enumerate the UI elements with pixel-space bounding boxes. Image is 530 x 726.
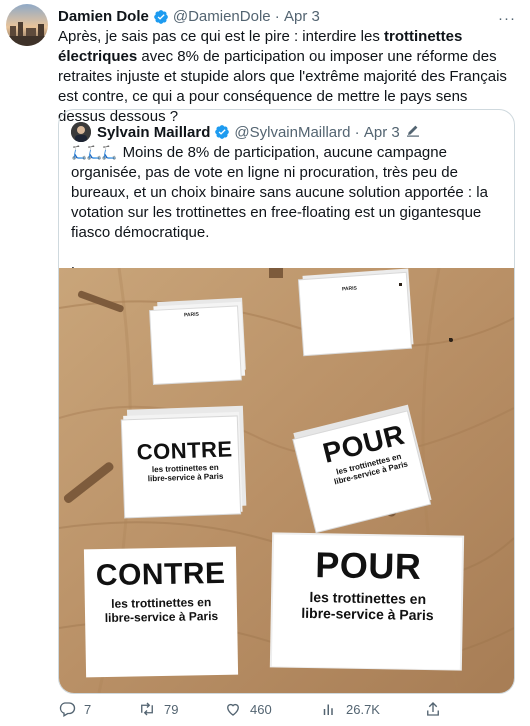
ballot-contre-large-line2: libre-service à Paris — [104, 609, 219, 625]
quoted-verified-badge-icon — [214, 124, 230, 140]
quoted-author-handle: @SylvainMaillard — [234, 123, 351, 141]
tweet-actions: 7 79 460 26.7K — [58, 700, 508, 722]
ballot-contre-large-title: CONTRE — [95, 556, 226, 593]
like-button[interactable]: 460 — [224, 700, 272, 718]
share-icon — [427, 702, 439, 716]
quoted-tweet-photo[interactable]: PARIS PARIS CONTRE les trottinettes en l… — [59, 267, 514, 693]
ballot-contre-large: CONTRE les trottinettes en libre-service… — [86, 557, 235, 626]
separator: · — [270, 8, 284, 25]
tweet-date[interactable]: Apr 3 — [284, 8, 320, 25]
author-handle[interactable]: @DamienDole — [173, 8, 271, 25]
avatar[interactable] — [6, 4, 48, 46]
quoted-tweet-date: Apr 3 — [363, 123, 400, 141]
quoted-tweet-text: 🛴🛴🛴 Moins de 8% de participation, aucune … — [71, 143, 503, 283]
tweet-text-part1: Après, je sais pas ce qui est le pire : … — [58, 28, 384, 45]
quoted-avatar — [71, 122, 91, 142]
ballot-contre-medium: CONTRE les trottinettes en libre-service… — [128, 436, 241, 484]
edited-pencil-icon — [406, 123, 420, 141]
heart-icon — [227, 703, 239, 716]
avatar-image — [6, 4, 48, 46]
tweet-header: Damien Dole @DamienDole · Apr 3 — [58, 8, 320, 25]
ballot-pour-large: POUR les trottinettes en libre-service à… — [274, 544, 461, 623]
reply-button[interactable]: 7 — [58, 700, 91, 718]
ballot-header-small: PARIS — [183, 311, 200, 319]
retweet-icon — [141, 702, 153, 716]
quoted-separator: · — [350, 123, 364, 141]
quoted-tweet-body: Moins de 8% de participation, aucune cam… — [71, 144, 488, 241]
views-button[interactable]: 26.7K — [320, 700, 380, 718]
ballot-pour-large-line2: libre-service à Paris — [301, 604, 434, 624]
ballot-pour-large-title: POUR — [314, 544, 422, 587]
share-button[interactable] — [424, 700, 450, 718]
ballot-photo-image — [59, 267, 514, 693]
quoted-author-name: Sylvain Maillard — [97, 123, 211, 141]
views-chart-icon — [323, 704, 333, 715]
quoted-tweet-header: Sylvain Maillard @SylvainMaillard · Apr … — [71, 122, 420, 142]
ballot-header-small-2: PARIS — [341, 285, 358, 293]
like-count: 460 — [250, 701, 272, 717]
more-options-button[interactable]: ··· — [498, 10, 516, 27]
reply-icon — [59, 702, 76, 717]
views-count: 26.7K — [346, 701, 380, 717]
scooter-emoji-icon: 🛴🛴🛴 — [71, 145, 118, 160]
retweet-button[interactable]: 79 — [138, 700, 178, 718]
verified-badge-icon — [153, 9, 169, 25]
quoted-tweet[interactable]: Sylvain Maillard @SylvainMaillard · Apr … — [58, 109, 515, 694]
ballot-contre-medium-title: CONTRE — [136, 436, 234, 465]
retweet-count: 79 — [164, 701, 179, 717]
author-name[interactable]: Damien Dole — [58, 8, 149, 25]
reply-count: 7 — [84, 701, 92, 717]
